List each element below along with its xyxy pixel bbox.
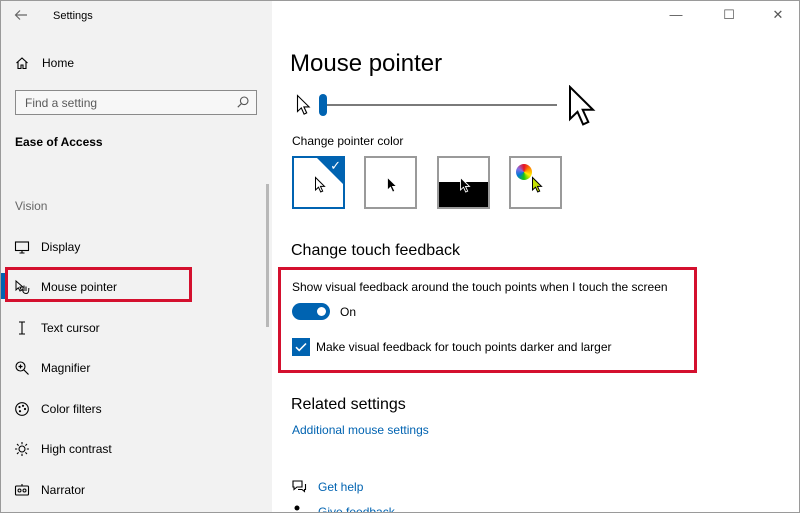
get-help-link[interactable]: Get help <box>318 480 363 494</box>
sidebar-item-label: Color filters <box>41 402 102 416</box>
sidebar-item-color-filters[interactable]: Color filters <box>1 391 263 425</box>
large-cursor-icon <box>568 84 598 129</box>
get-help-icon <box>291 478 307 494</box>
color-filters-icon <box>14 401 30 417</box>
give-feedback-icon <box>291 503 307 512</box>
slider-track[interactable] <box>322 104 557 106</box>
group-label-vision: Vision <box>15 199 48 213</box>
slider-thumb[interactable] <box>319 94 327 116</box>
toggle-state-label: On <box>340 305 357 319</box>
additional-mouse-settings-link[interactable]: Additional mouse settings <box>292 423 429 437</box>
search-icon[interactable] <box>236 95 250 109</box>
sidebar-item-label: Display <box>41 240 81 254</box>
app-title: Settings <box>53 10 93 22</box>
related-settings-heading: Related settings <box>291 396 406 413</box>
magnifier-icon <box>14 360 30 376</box>
toggle-knob <box>317 307 326 316</box>
sidebar-item-text-cursor[interactable]: Text cursor <box>1 310 263 344</box>
text-cursor-icon <box>14 320 30 336</box>
checkmark-icon <box>295 342 307 352</box>
page-title: Mouse pointer <box>290 50 443 77</box>
back-arrow-icon[interactable] <box>13 7 33 25</box>
darker-feedback-checkbox[interactable] <box>292 338 310 356</box>
sidebar: Settings Home Ease of Access Vision Disp… <box>1 1 272 512</box>
pointer-color-custom[interactable] <box>509 156 562 209</box>
pointer-color-white[interactable]: ✓ <box>292 156 345 209</box>
pointer-size-slider[interactable] <box>290 84 600 129</box>
darker-feedback-label: Make visual feedback for touch points da… <box>316 340 612 354</box>
mouse-pointer-icon <box>14 279 30 295</box>
display-icon <box>14 239 30 255</box>
touch-feedback-heading: Change touch feedback <box>291 242 461 259</box>
pointer-color-inverted[interactable] <box>437 156 490 209</box>
home-icon <box>15 56 29 70</box>
sidebar-item-mouse-pointer[interactable]: Mouse pointer <box>1 269 263 303</box>
color-wheel-icon <box>516 164 532 180</box>
touch-feedback-label: Show visual feedback around the touch po… <box>292 280 668 294</box>
search-input[interactable] <box>16 91 231 114</box>
sidebar-item-display[interactable]: Display <box>1 229 263 263</box>
sidebar-item-label: Text cursor <box>41 321 100 335</box>
maximize-button[interactable]: ☐ <box>714 5 744 25</box>
sidebar-item-label: Magnifier <box>41 361 91 375</box>
high-contrast-icon <box>14 441 30 457</box>
window-controls: — ☐ ✕ <box>661 1 799 31</box>
give-feedback-link[interactable]: Give feedback <box>318 505 395 512</box>
checkmark-icon: ✓ <box>330 158 341 173</box>
active-indicator <box>1 273 5 299</box>
sidebar-item-magnifier[interactable]: Magnifier <box>1 350 263 384</box>
sidebar-item-home[interactable]: Home <box>1 51 272 77</box>
sidebar-scrollbar[interactable] <box>266 184 269 327</box>
main-content: — ☐ ✕ Mouse pointer Change pointer color… <box>272 1 799 512</box>
section-title: Ease of Access <box>15 135 103 149</box>
sidebar-item-narrator[interactable]: Narrator <box>1 472 263 506</box>
settings-window: Settings Home Ease of Access Vision Disp… <box>0 0 800 513</box>
small-cursor-icon <box>296 94 312 116</box>
touch-feedback-toggle[interactable] <box>292 303 330 320</box>
minimize-button[interactable]: — <box>661 5 691 25</box>
pointer-color-black[interactable] <box>364 156 417 209</box>
sidebar-item-label: Narrator <box>41 483 86 497</box>
change-pointer-color-label: Change pointer color <box>292 134 404 148</box>
close-button[interactable]: ✕ <box>763 5 793 25</box>
sidebar-item-high-contrast[interactable]: High contrast <box>1 431 263 465</box>
sidebar-item-label: Mouse pointer <box>41 280 118 294</box>
sidebar-item-label: Home <box>42 56 75 70</box>
sidebar-item-label: High contrast <box>41 442 112 456</box>
search-box <box>15 90 257 115</box>
narrator-icon <box>14 482 30 498</box>
